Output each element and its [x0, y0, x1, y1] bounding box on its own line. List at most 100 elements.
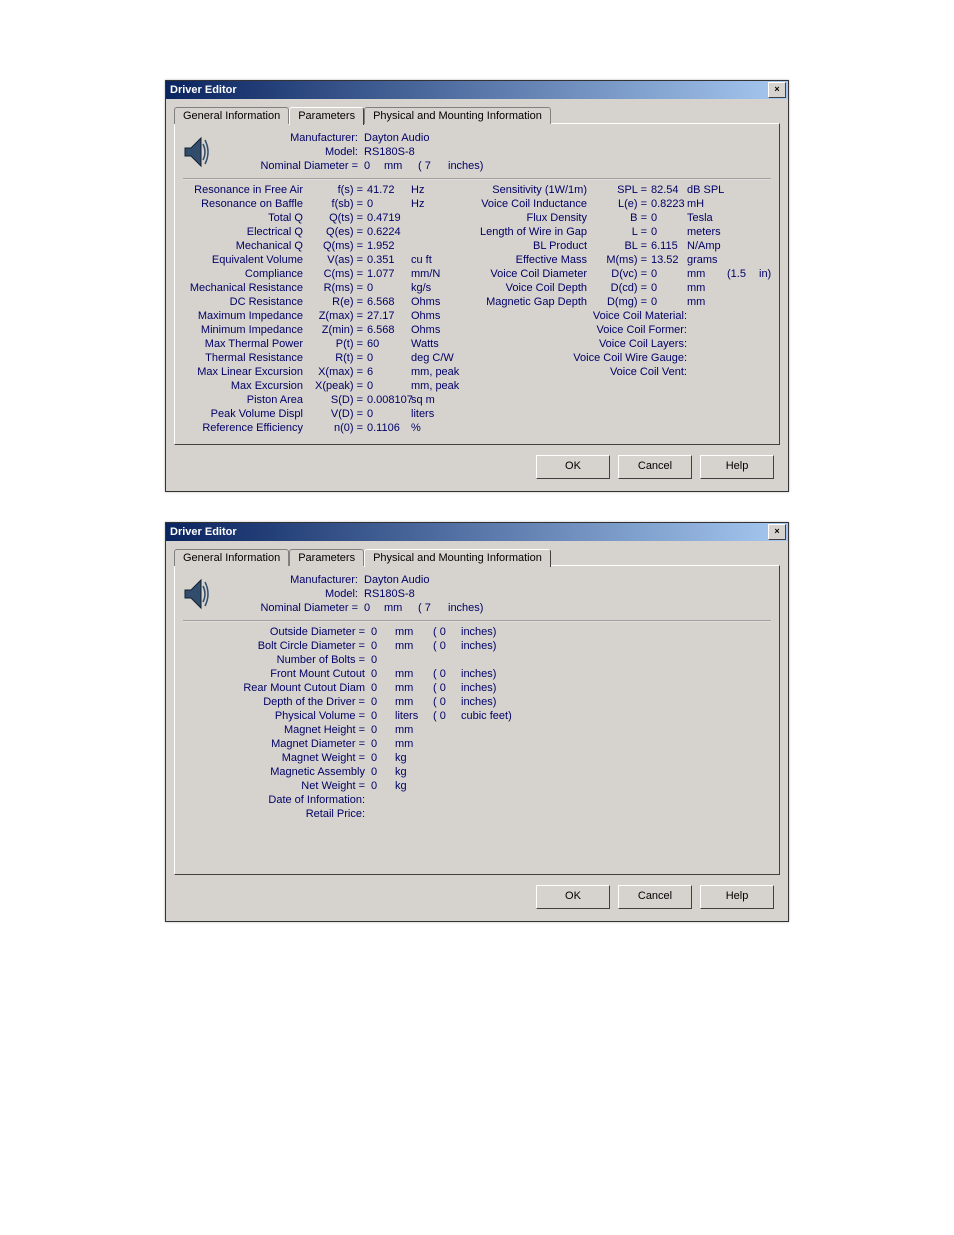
- phys-paren: ( 0: [433, 626, 461, 638]
- parameters-right-column: Sensitivity (1W/1m)SPL =82.54dB SPLVoice…: [467, 184, 779, 436]
- param-label: Resonance on Baffle: [183, 198, 307, 210]
- close-icon[interactable]: ×: [768, 82, 786, 98]
- param-extra1: (1.5: [727, 268, 759, 280]
- param-label: Thermal Resistance: [183, 352, 307, 364]
- param-symbol: R(ms) =: [307, 282, 365, 294]
- physical-row: Bolt Circle Diameter =0mm( 0inches): [183, 640, 771, 654]
- param-unit: Hz: [411, 184, 459, 196]
- phys-unit2: inches): [461, 668, 496, 680]
- phys-value: 0: [371, 668, 395, 680]
- phys-value: 0: [371, 752, 395, 764]
- param-label: Total Q: [183, 212, 307, 224]
- tab-parameters[interactable]: Parameters: [289, 107, 364, 125]
- param-symbol: V(as) =: [307, 254, 365, 266]
- phys-unit2: cubic feet): [461, 710, 512, 722]
- param-symbol: D(vc) =: [591, 268, 649, 280]
- phys-unit: mm: [395, 724, 433, 736]
- param-row: Max Linear ExcursionX(max) =6mm, peak: [183, 366, 459, 380]
- tab-physical-mounting[interactable]: Physical and Mounting Information: [364, 107, 551, 124]
- param-label: Voice Coil Vent:: [467, 366, 691, 378]
- param-label: Length of Wire in Gap: [467, 226, 591, 238]
- param-value: 0: [365, 198, 411, 210]
- phys-unit: kg: [395, 766, 433, 778]
- param-label: Electrical Q: [183, 226, 307, 238]
- phys-unit: mm: [395, 738, 433, 750]
- phys-label: Date of Information:: [183, 794, 371, 806]
- phys-unit: mm: [395, 696, 433, 708]
- param-symbol: M(ms) =: [591, 254, 649, 266]
- param-value: 6.568: [365, 324, 411, 336]
- param-value: 6.115: [649, 240, 687, 252]
- titlebar[interactable]: Driver Editor ×: [166, 81, 788, 99]
- phys-unit: kg: [395, 752, 433, 764]
- param-value: 0.1106: [365, 422, 411, 434]
- cancel-button[interactable]: Cancel: [618, 885, 692, 909]
- tab-physical-mounting[interactable]: Physical and Mounting Information: [364, 549, 551, 567]
- param-label: Max Thermal Power: [183, 338, 307, 350]
- titlebar[interactable]: Driver Editor ×: [166, 523, 788, 541]
- phys-label: Physical Volume =: [183, 710, 371, 722]
- phys-label: Magnet Diameter =: [183, 738, 371, 750]
- param-value: 60: [365, 338, 411, 350]
- param-value: 0.351: [365, 254, 411, 266]
- speaker-icon: [183, 132, 209, 172]
- param-row: Piston AreaS(D) =0.008107sq m: [183, 394, 459, 408]
- param-row: Max Thermal PowerP(t) =60Watts: [183, 338, 459, 352]
- param-row: Voice Coil Former:: [467, 324, 779, 338]
- physical-row: Number of Bolts =0: [183, 654, 771, 668]
- param-unit: Ohms: [411, 310, 459, 322]
- inches-unit: inches): [448, 602, 483, 614]
- phys-unit: mm: [395, 668, 433, 680]
- ok-button[interactable]: OK: [536, 885, 610, 909]
- physical-row: Depth of the Driver =0mm( 0inches): [183, 696, 771, 710]
- tab-general-information[interactable]: General Information: [174, 107, 289, 124]
- manufacturer-label: Manufacturer:: [213, 574, 364, 586]
- param-label: Voice Coil Material:: [467, 310, 691, 322]
- param-value: 0.4719: [365, 212, 411, 224]
- close-icon[interactable]: ×: [768, 524, 786, 540]
- physical-row: Physical Volume =0liters( 0cubic feet): [183, 710, 771, 724]
- driver-editor-window-physical: Driver Editor × General Information Para…: [165, 522, 789, 922]
- param-row: Reference Efficiencyn(0) =0.1106%: [183, 422, 459, 436]
- param-row: DC ResistanceR(e) =6.568Ohms: [183, 296, 459, 310]
- physical-row: Front Mount Cutout0mm( 0inches): [183, 668, 771, 682]
- param-value: 41.72: [365, 184, 411, 196]
- phys-value: 0: [371, 654, 395, 666]
- param-symbol: R(e) =: [307, 296, 365, 308]
- param-row: Effective MassM(ms) =13.52grams: [467, 254, 779, 268]
- phys-paren: ( 0: [433, 710, 461, 722]
- param-row: Length of Wire in GapL =0meters: [467, 226, 779, 240]
- phys-unit: mm: [395, 640, 433, 652]
- param-row: Equivalent VolumeV(as) =0.351cu ft: [183, 254, 459, 268]
- cancel-button[interactable]: Cancel: [618, 455, 692, 479]
- param-symbol: D(cd) =: [591, 282, 649, 294]
- param-symbol: f(s) =: [307, 184, 365, 196]
- help-button[interactable]: Help: [700, 455, 774, 479]
- param-label: Compliance: [183, 268, 307, 280]
- param-symbol: X(peak) =: [307, 380, 365, 392]
- param-label: Mechanical Q: [183, 240, 307, 252]
- phys-unit2: inches): [461, 640, 496, 652]
- physical-rows: Outside Diameter =0mm( 0inches)Bolt Circ…: [183, 626, 771, 866]
- param-row: Resonance on Bafflef(sb) =0Hz: [183, 198, 459, 212]
- param-symbol: B =: [591, 212, 649, 224]
- param-row: Mechanical QQ(ms) =1.952: [183, 240, 459, 254]
- param-symbol: D(mg) =: [591, 296, 649, 308]
- phys-unit: mm: [395, 626, 433, 638]
- param-value: 6.568: [365, 296, 411, 308]
- param-value: 82.54: [649, 184, 687, 196]
- tab-parameters[interactable]: Parameters: [289, 549, 364, 566]
- param-value: 0.8223: [649, 198, 687, 210]
- param-unit: mm, peak: [411, 366, 459, 378]
- ok-button[interactable]: OK: [536, 455, 610, 479]
- phys-paren: ( 0: [433, 668, 461, 680]
- param-unit: mm/N: [411, 268, 459, 280]
- phys-unit2: inches): [461, 682, 496, 694]
- phys-unit: liters: [395, 710, 433, 722]
- help-button[interactable]: Help: [700, 885, 774, 909]
- tab-general-information[interactable]: General Information: [174, 549, 289, 566]
- phys-unit2: inches): [461, 696, 496, 708]
- param-row: Mechanical ResistanceR(ms) =0kg/s: [183, 282, 459, 296]
- param-unit: grams: [687, 254, 727, 266]
- param-row: Thermal ResistanceR(t) =0deg C/W: [183, 352, 459, 366]
